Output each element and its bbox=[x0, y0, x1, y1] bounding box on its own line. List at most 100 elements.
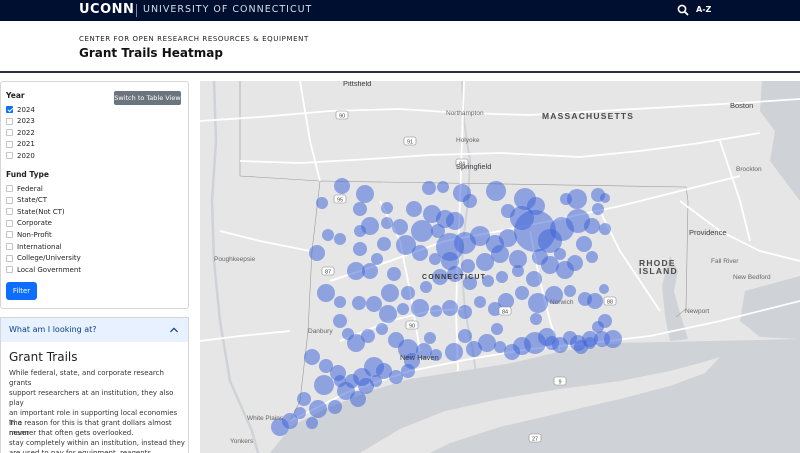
grant-bubble[interactable] bbox=[486, 181, 506, 201]
grant-bubble[interactable] bbox=[352, 296, 366, 310]
grant-bubble[interactable] bbox=[478, 334, 496, 352]
grant-bubble[interactable] bbox=[442, 300, 458, 316]
filter-button[interactable]: Filter bbox=[6, 282, 37, 300]
grant-bubble[interactable] bbox=[600, 193, 610, 203]
grant-bubble[interactable] bbox=[599, 284, 609, 294]
grant-bubble[interactable] bbox=[528, 293, 548, 313]
grant-bubble[interactable] bbox=[445, 343, 463, 361]
grant-bubble[interactable] bbox=[297, 392, 311, 406]
grant-bubble[interactable] bbox=[563, 331, 577, 345]
grant-bubble[interactable] bbox=[316, 197, 328, 209]
fund-type-checkbox[interactable] bbox=[6, 231, 13, 239]
heatmap-map[interactable]: 90 91 95 84 87 90 88 27 84 9 Pittsfield MASSACHUSE… bbox=[200, 81, 800, 453]
grant-bubble[interactable] bbox=[576, 236, 592, 252]
department-name[interactable]: CENTER FOR OPEN RESEARCH RESOURCES & EQU… bbox=[79, 35, 309, 43]
grant-bubble[interactable] bbox=[356, 185, 374, 203]
uconn-logo[interactable]: UCONN bbox=[79, 2, 134, 17]
grant-bubble[interactable] bbox=[564, 285, 576, 297]
university-name[interactable]: UNIVERSITY OF CONNECTICUT bbox=[143, 4, 312, 15]
fund-type-checkbox[interactable] bbox=[6, 219, 13, 227]
year-option[interactable]: 2023 bbox=[6, 116, 35, 127]
grant-bubble[interactable] bbox=[381, 217, 393, 229]
grant-bubble[interactable] bbox=[366, 296, 382, 312]
grant-bubble[interactable] bbox=[584, 218, 600, 234]
grant-bubble[interactable] bbox=[371, 253, 383, 265]
grant-bubble[interactable] bbox=[567, 255, 583, 271]
fund-type-option[interactable]: Corporate bbox=[6, 218, 52, 229]
year-option[interactable]: 2022 bbox=[6, 127, 35, 138]
fund-type-option[interactable]: International bbox=[6, 241, 62, 252]
grant-bubble[interactable] bbox=[353, 202, 367, 216]
grant-bubble[interactable] bbox=[354, 225, 366, 237]
fund-type-option[interactable]: Federal bbox=[6, 183, 43, 194]
fund-type-label[interactable]: Local Government bbox=[17, 266, 81, 274]
fund-type-label[interactable]: Corporate bbox=[17, 219, 52, 227]
grant-bubble[interactable] bbox=[370, 375, 382, 387]
fund-type-label[interactable]: International bbox=[17, 243, 62, 251]
year-option[interactable]: 2020 bbox=[6, 150, 35, 161]
fund-type-option[interactable]: State/CT bbox=[6, 195, 47, 206]
year-option[interactable]: 2021 bbox=[6, 139, 35, 150]
year-label[interactable]: 2023 bbox=[17, 117, 35, 125]
grant-bubble[interactable] bbox=[515, 286, 529, 300]
grant-bubble[interactable] bbox=[526, 271, 542, 287]
year-label[interactable]: 2020 bbox=[17, 152, 35, 160]
grant-bubble[interactable] bbox=[401, 286, 415, 300]
grant-bubble[interactable] bbox=[379, 305, 397, 323]
grant-bubble[interactable] bbox=[491, 323, 503, 335]
grant-bubble[interactable] bbox=[422, 181, 436, 195]
grant-bubble[interactable] bbox=[406, 201, 422, 217]
grant-bubble[interactable] bbox=[474, 296, 486, 308]
fund-type-label[interactable]: College/University bbox=[17, 254, 81, 262]
grant-bubble[interactable] bbox=[392, 219, 408, 235]
chevron-up-icon[interactable] bbox=[169, 325, 179, 335]
grant-bubble[interactable] bbox=[545, 336, 559, 350]
grant-bubble[interactable] bbox=[586, 251, 598, 263]
grant-bubble[interactable] bbox=[334, 178, 350, 194]
year-label[interactable]: 2024 bbox=[17, 106, 35, 114]
fund-type-checkbox[interactable] bbox=[6, 266, 13, 274]
grant-bubble[interactable] bbox=[587, 293, 603, 309]
grant-bubble[interactable] bbox=[476, 253, 494, 271]
grant-bubble[interactable] bbox=[458, 305, 472, 319]
search-icon[interactable] bbox=[676, 3, 690, 17]
year-checkbox[interactable] bbox=[6, 152, 13, 160]
grant-bubble[interactable] bbox=[592, 203, 604, 215]
grant-bubble[interactable] bbox=[446, 212, 464, 230]
grant-bubble[interactable] bbox=[461, 259, 475, 273]
year-label[interactable]: 2021 bbox=[17, 140, 35, 148]
grant-bubble[interactable] bbox=[304, 349, 320, 365]
fund-type-checkbox[interactable] bbox=[6, 208, 13, 216]
grant-bubble[interactable] bbox=[411, 220, 433, 242]
grant-bubble[interactable] bbox=[397, 303, 409, 315]
switch-to-table-view-button[interactable]: Switch to Table View bbox=[114, 91, 181, 105]
grant-bubble[interactable] bbox=[496, 271, 508, 283]
year-checkbox[interactable] bbox=[6, 140, 13, 148]
grant-bubble[interactable] bbox=[376, 323, 388, 335]
fund-type-option[interactable]: State(Not CT) bbox=[6, 206, 65, 217]
grant-bubble[interactable] bbox=[599, 223, 611, 235]
year-checkbox[interactable] bbox=[6, 129, 13, 137]
grant-bubble[interactable] bbox=[334, 233, 346, 245]
year-label[interactable]: 2022 bbox=[17, 129, 35, 137]
grant-bubble[interactable] bbox=[309, 245, 325, 261]
fund-type-label[interactable]: Federal bbox=[17, 185, 43, 193]
fund-type-option[interactable]: Non-Profit bbox=[6, 229, 52, 240]
grant-bubble[interactable] bbox=[604, 330, 622, 348]
grant-bubble[interactable] bbox=[317, 284, 335, 302]
grant-bubble[interactable] bbox=[387, 267, 401, 281]
grant-bubble[interactable] bbox=[334, 375, 346, 387]
grant-bubble[interactable] bbox=[353, 242, 367, 256]
fund-type-option[interactable]: Local Government bbox=[6, 264, 81, 275]
grant-bubble[interactable] bbox=[322, 229, 334, 241]
grant-bubble[interactable] bbox=[437, 181, 449, 193]
grant-bubble[interactable] bbox=[334, 296, 346, 308]
grant-bubble[interactable] bbox=[498, 293, 514, 309]
grant-bubble[interactable] bbox=[430, 305, 442, 317]
grant-bubble[interactable] bbox=[328, 400, 342, 414]
grant-bubble[interactable] bbox=[347, 262, 365, 280]
a-z-index-link[interactable]: A-Z bbox=[696, 5, 711, 14]
grant-bubble[interactable] bbox=[401, 364, 415, 378]
grant-bubble[interactable] bbox=[424, 332, 436, 344]
grant-bubble[interactable] bbox=[396, 235, 416, 255]
